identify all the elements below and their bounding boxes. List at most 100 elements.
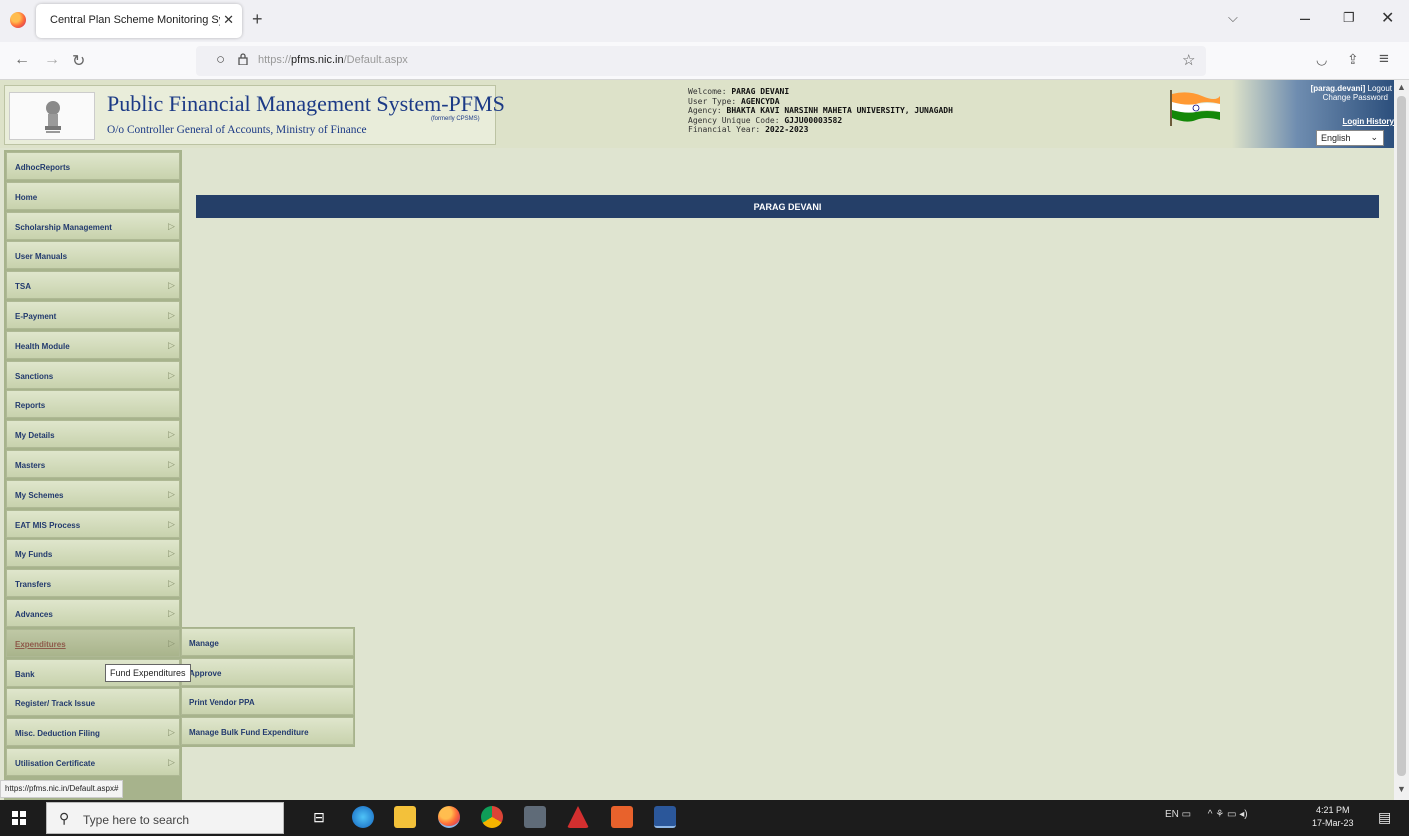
input-language[interactable]: EN: [1165, 809, 1179, 820]
clock[interactable]: 4:21 PM 17-Mar-23: [1312, 804, 1354, 830]
submenu-arrow-icon: ▷: [168, 429, 175, 440]
sidebar-item-label: My Schemes: [15, 490, 64, 500]
bookmark-star-icon[interactable]: ☆: [1182, 51, 1195, 69]
former-name: (formerly CPSMS): [431, 116, 480, 122]
firefox-logo-icon: [10, 12, 26, 28]
hamburger-menu-icon[interactable]: ≡: [1379, 49, 1389, 69]
edge-icon[interactable]: [352, 806, 374, 828]
change-password-link[interactable]: Change Password: [1323, 93, 1388, 102]
sidebar-item-label: My Funds: [15, 550, 53, 560]
sidebar-item-adhoc-reports[interactable]: AdhocReports: [6, 152, 180, 180]
calculator-icon[interactable]: [524, 806, 546, 828]
tab-title: Central Plan Scheme Monitoring Sy: [50, 14, 220, 26]
file-explorer-icon[interactable]: [394, 806, 416, 828]
restore-icon[interactable]: ❐: [1343, 10, 1355, 26]
submenu-arrow-icon: ▷: [168, 607, 175, 618]
tab-list-chevron-icon[interactable]: ⌵: [1228, 10, 1238, 26]
scrollbar-thumb[interactable]: [1397, 96, 1406, 776]
taskbar-search-placeholder: Type here to search: [83, 813, 190, 827]
sidebar-item-label: Health Module: [15, 341, 70, 351]
tab-close-icon[interactable]: ✕: [223, 12, 234, 28]
tooltip: Fund Expenditures: [105, 664, 191, 682]
window-close-icon[interactable]: ✕: [1381, 8, 1394, 28]
vertical-scrollbar[interactable]: ▲ ▼: [1394, 80, 1409, 800]
submenu-arrow-icon: ▷: [168, 339, 175, 350]
language-select[interactable]: English ⌄: [1316, 130, 1384, 146]
sidebar-item-home[interactable]: Home: [6, 181, 180, 210]
sidebar-item-masters[interactable]: Masters ▷: [6, 449, 180, 478]
sidebar-item-advances[interactable]: Advances ▷: [6, 598, 180, 627]
sidebar-item-label: Bank: [15, 669, 35, 679]
sidebar-item-transfers[interactable]: Transfers ▷: [6, 569, 180, 598]
minimize-icon[interactable]: –: [1300, 8, 1310, 29]
submenu-arrow-icon: ▷: [168, 369, 175, 380]
logout-link[interactable]: Logout: [1368, 84, 1392, 93]
reload-icon[interactable]: ↻: [72, 51, 85, 71]
forward-arrow-icon[interactable]: →: [44, 51, 60, 69]
sidebar-item-my-schemes[interactable]: My Schemes ▷: [6, 479, 180, 508]
browser-tab[interactable]: Central Plan Scheme Monitoring Sy ✕: [36, 4, 242, 38]
submenu-item-manage-bulk-fund-expenditure[interactable]: Manage Bulk Fund Expenditure: [181, 716, 354, 745]
sidebar-item-e-payment[interactable]: E-Payment ▷: [6, 300, 180, 329]
sidebar-item-register-track-issue[interactable]: Register/ Track Issue: [6, 688, 180, 717]
submenu-item-manage[interactable]: Manage: [181, 628, 354, 656]
sidebar-item-label: E-Payment: [15, 311, 57, 321]
sidebar-item-label: Transfers: [15, 580, 52, 590]
sidebar-item-label: AdhocReports: [15, 163, 71, 172]
system-tray[interactable]: EN ▭ ^ ⚘ ▭ ◂): [1165, 809, 1248, 820]
windows-start-icon[interactable]: [12, 811, 26, 825]
share-icon[interactable]: ⇪: [1347, 51, 1359, 68]
new-tab-button[interactable]: +: [252, 9, 263, 30]
logo-box: Public Financial Management System-PFMS …: [4, 85, 505, 145]
task-view-icon[interactable]: ⊟: [308, 806, 330, 828]
login-history-link[interactable]: Login History: [1342, 117, 1394, 126]
sidebar-item-my-details[interactable]: My Details ▷: [6, 420, 180, 449]
acrobat-icon[interactable]: [567, 806, 589, 828]
user-name-banner: PARAG DEVANI: [196, 195, 1379, 218]
submenu-arrow-icon: ▷: [168, 548, 175, 559]
url-bar[interactable]: ○ https://pfms.nic.in/Default.aspx ☆: [196, 46, 1206, 76]
sidebar-item-eat-mis-process[interactable]: EAT MIS Process ▷: [6, 509, 180, 538]
submenu-item-print-vendor-ppa[interactable]: Print Vendor PPA: [181, 687, 354, 715]
word-icon[interactable]: [654, 806, 676, 828]
sidebar-item-my-funds[interactable]: My Funds ▷: [6, 539, 180, 568]
submenu-arrow-icon: ▷: [168, 458, 175, 469]
sidebar-item-health-module[interactable]: Health Module ▷: [6, 330, 180, 359]
sidebar-item-label: Expenditures: [15, 639, 66, 649]
site-subtitle: O/o Controller General of Accounts, Mini…: [107, 122, 367, 136]
scroll-down-icon[interactable]: ▼: [1397, 784, 1406, 794]
sidebar-item-label: Misc. Deduction Filing: [15, 729, 100, 739]
chrome-icon[interactable]: [481, 806, 503, 828]
sidebar-item-misc-deduction-filing[interactable]: Misc. Deduction Filing ▷: [6, 718, 180, 747]
firefox-taskbar-icon[interactable]: [438, 806, 460, 828]
notification-icon[interactable]: ▤: [1378, 809, 1391, 826]
sidebar-item-label: Reports: [15, 401, 46, 411]
sidebar-item-label: User Manuals: [15, 252, 68, 262]
submenu-arrow-icon: ▷: [168, 727, 175, 738]
submenu-arrow-icon: ▷: [168, 578, 175, 589]
welcome-line: Welcome: PARAG DEVANI: [688, 87, 790, 96]
tracking-shield-icon[interactable]: ○: [216, 51, 225, 68]
sidebar-item-expenditures[interactable]: Expenditures ▷: [6, 628, 180, 657]
sidebar-item-user-manuals[interactable]: User Manuals: [6, 241, 180, 270]
lock-icon[interactable]: [238, 53, 248, 65]
submenu-arrow-icon: ▷: [168, 637, 175, 648]
sidebar-item-utilisation-certificate[interactable]: Utilisation Certificate ▷: [6, 747, 180, 776]
sidebar-item-sanctions[interactable]: Sanctions ▷: [6, 360, 180, 389]
url-text: https://pfms.nic.in/Default.aspx: [258, 54, 408, 66]
taskbar-search-box[interactable]: ⚲ Type here to search: [46, 802, 284, 834]
national-emblem-icon: [9, 92, 95, 140]
sidebar-item-label: EAT MIS Process: [15, 520, 81, 530]
sidebar-menu: AdhocReports Home Scholarship Management…: [4, 150, 182, 800]
sidebar-item-scholarship[interactable]: Scholarship Management ▷: [6, 211, 180, 240]
user-info: Welcome: PARAG DEVANI User Type: AGENCYD…: [688, 87, 953, 135]
sidebar-item-label: TSA: [15, 282, 31, 292]
sidebar-item-tsa[interactable]: TSA ▷: [6, 271, 180, 300]
office-icon[interactable]: [611, 806, 633, 828]
sidebar-item-label: Home: [15, 192, 38, 202]
back-arrow-icon[interactable]: ←: [14, 51, 30, 69]
pocket-icon[interactable]: ◡: [1316, 52, 1327, 68]
scroll-up-icon[interactable]: ▲: [1397, 82, 1406, 92]
sidebar-item-reports[interactable]: Reports: [6, 390, 180, 419]
submenu-item-approve[interactable]: Approve: [181, 657, 354, 686]
